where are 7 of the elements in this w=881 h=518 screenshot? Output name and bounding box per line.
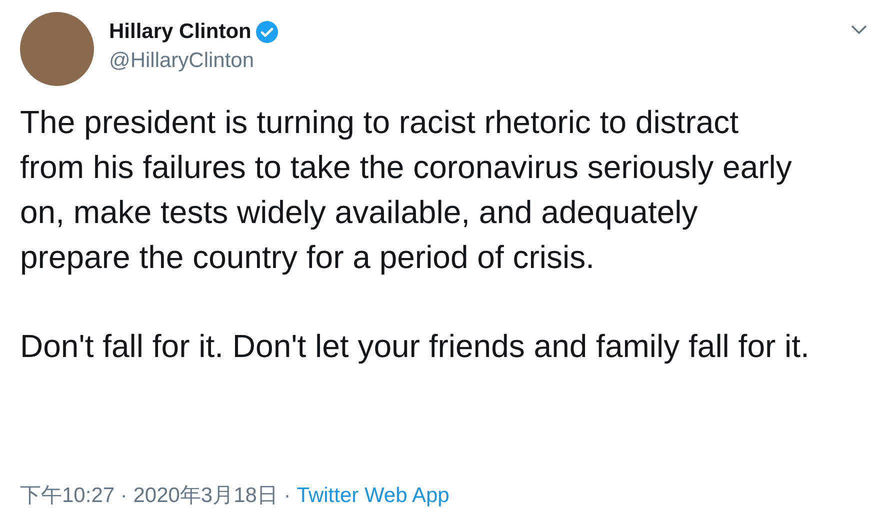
tweet-text: Don't fall for it. Don't let your friends and family fall for it. <box>20 327 810 366</box>
timestamp: 下午10:27 · 2020年3月18日 · <box>20 483 291 509</box>
author-handle[interactable]: @HillaryClinton <box>109 47 280 75</box>
tweet-text: The president is turning to racist rhetoric to distract from his failures to take the coronavirus seriously early on, make tests widely available, and adequately prepare the country for a period of crisis. <box>20 103 793 277</box>
chevron-down-icon[interactable] <box>850 24 868 36</box>
author-name[interactable]: Hillary Clinton <box>109 18 252 46</box>
source-link[interactable]: Twitter Web App <box>296 482 450 510</box>
